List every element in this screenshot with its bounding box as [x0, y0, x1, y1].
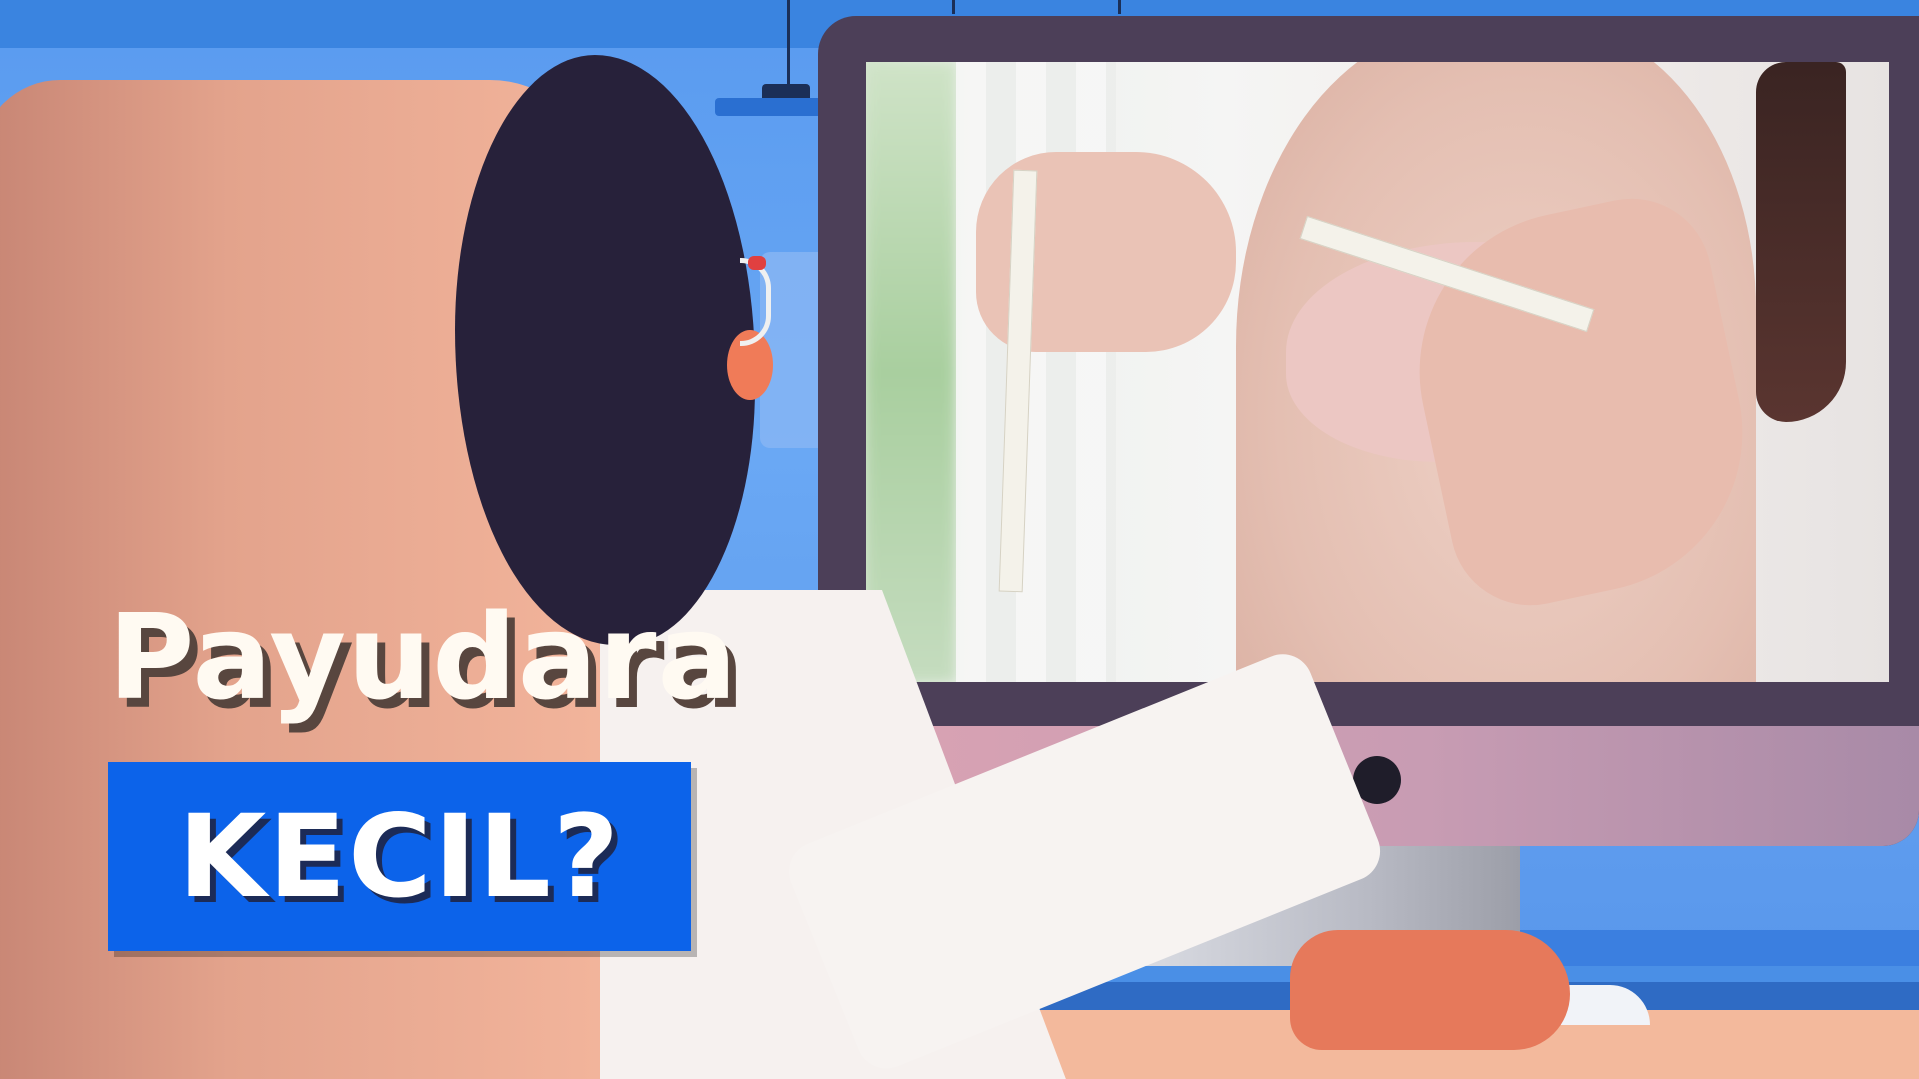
illustration-scene: Payudara KECIL?	[0, 0, 1919, 1079]
glasses-tip	[748, 256, 766, 270]
photo-hair	[1756, 62, 1846, 422]
lamp-wire	[952, 0, 955, 14]
title-box: KECIL?	[108, 762, 691, 951]
title-line-2: KECIL?	[177, 789, 622, 923]
wall-shelf	[715, 98, 835, 116]
doctor-hand	[1290, 930, 1570, 1050]
title-line-1: Payudara	[108, 588, 739, 726]
lamp-wire	[787, 0, 790, 90]
monitor-screen-photo	[866, 62, 1889, 682]
lamp-wire	[1118, 0, 1121, 14]
photo-plant-blur	[866, 62, 956, 682]
